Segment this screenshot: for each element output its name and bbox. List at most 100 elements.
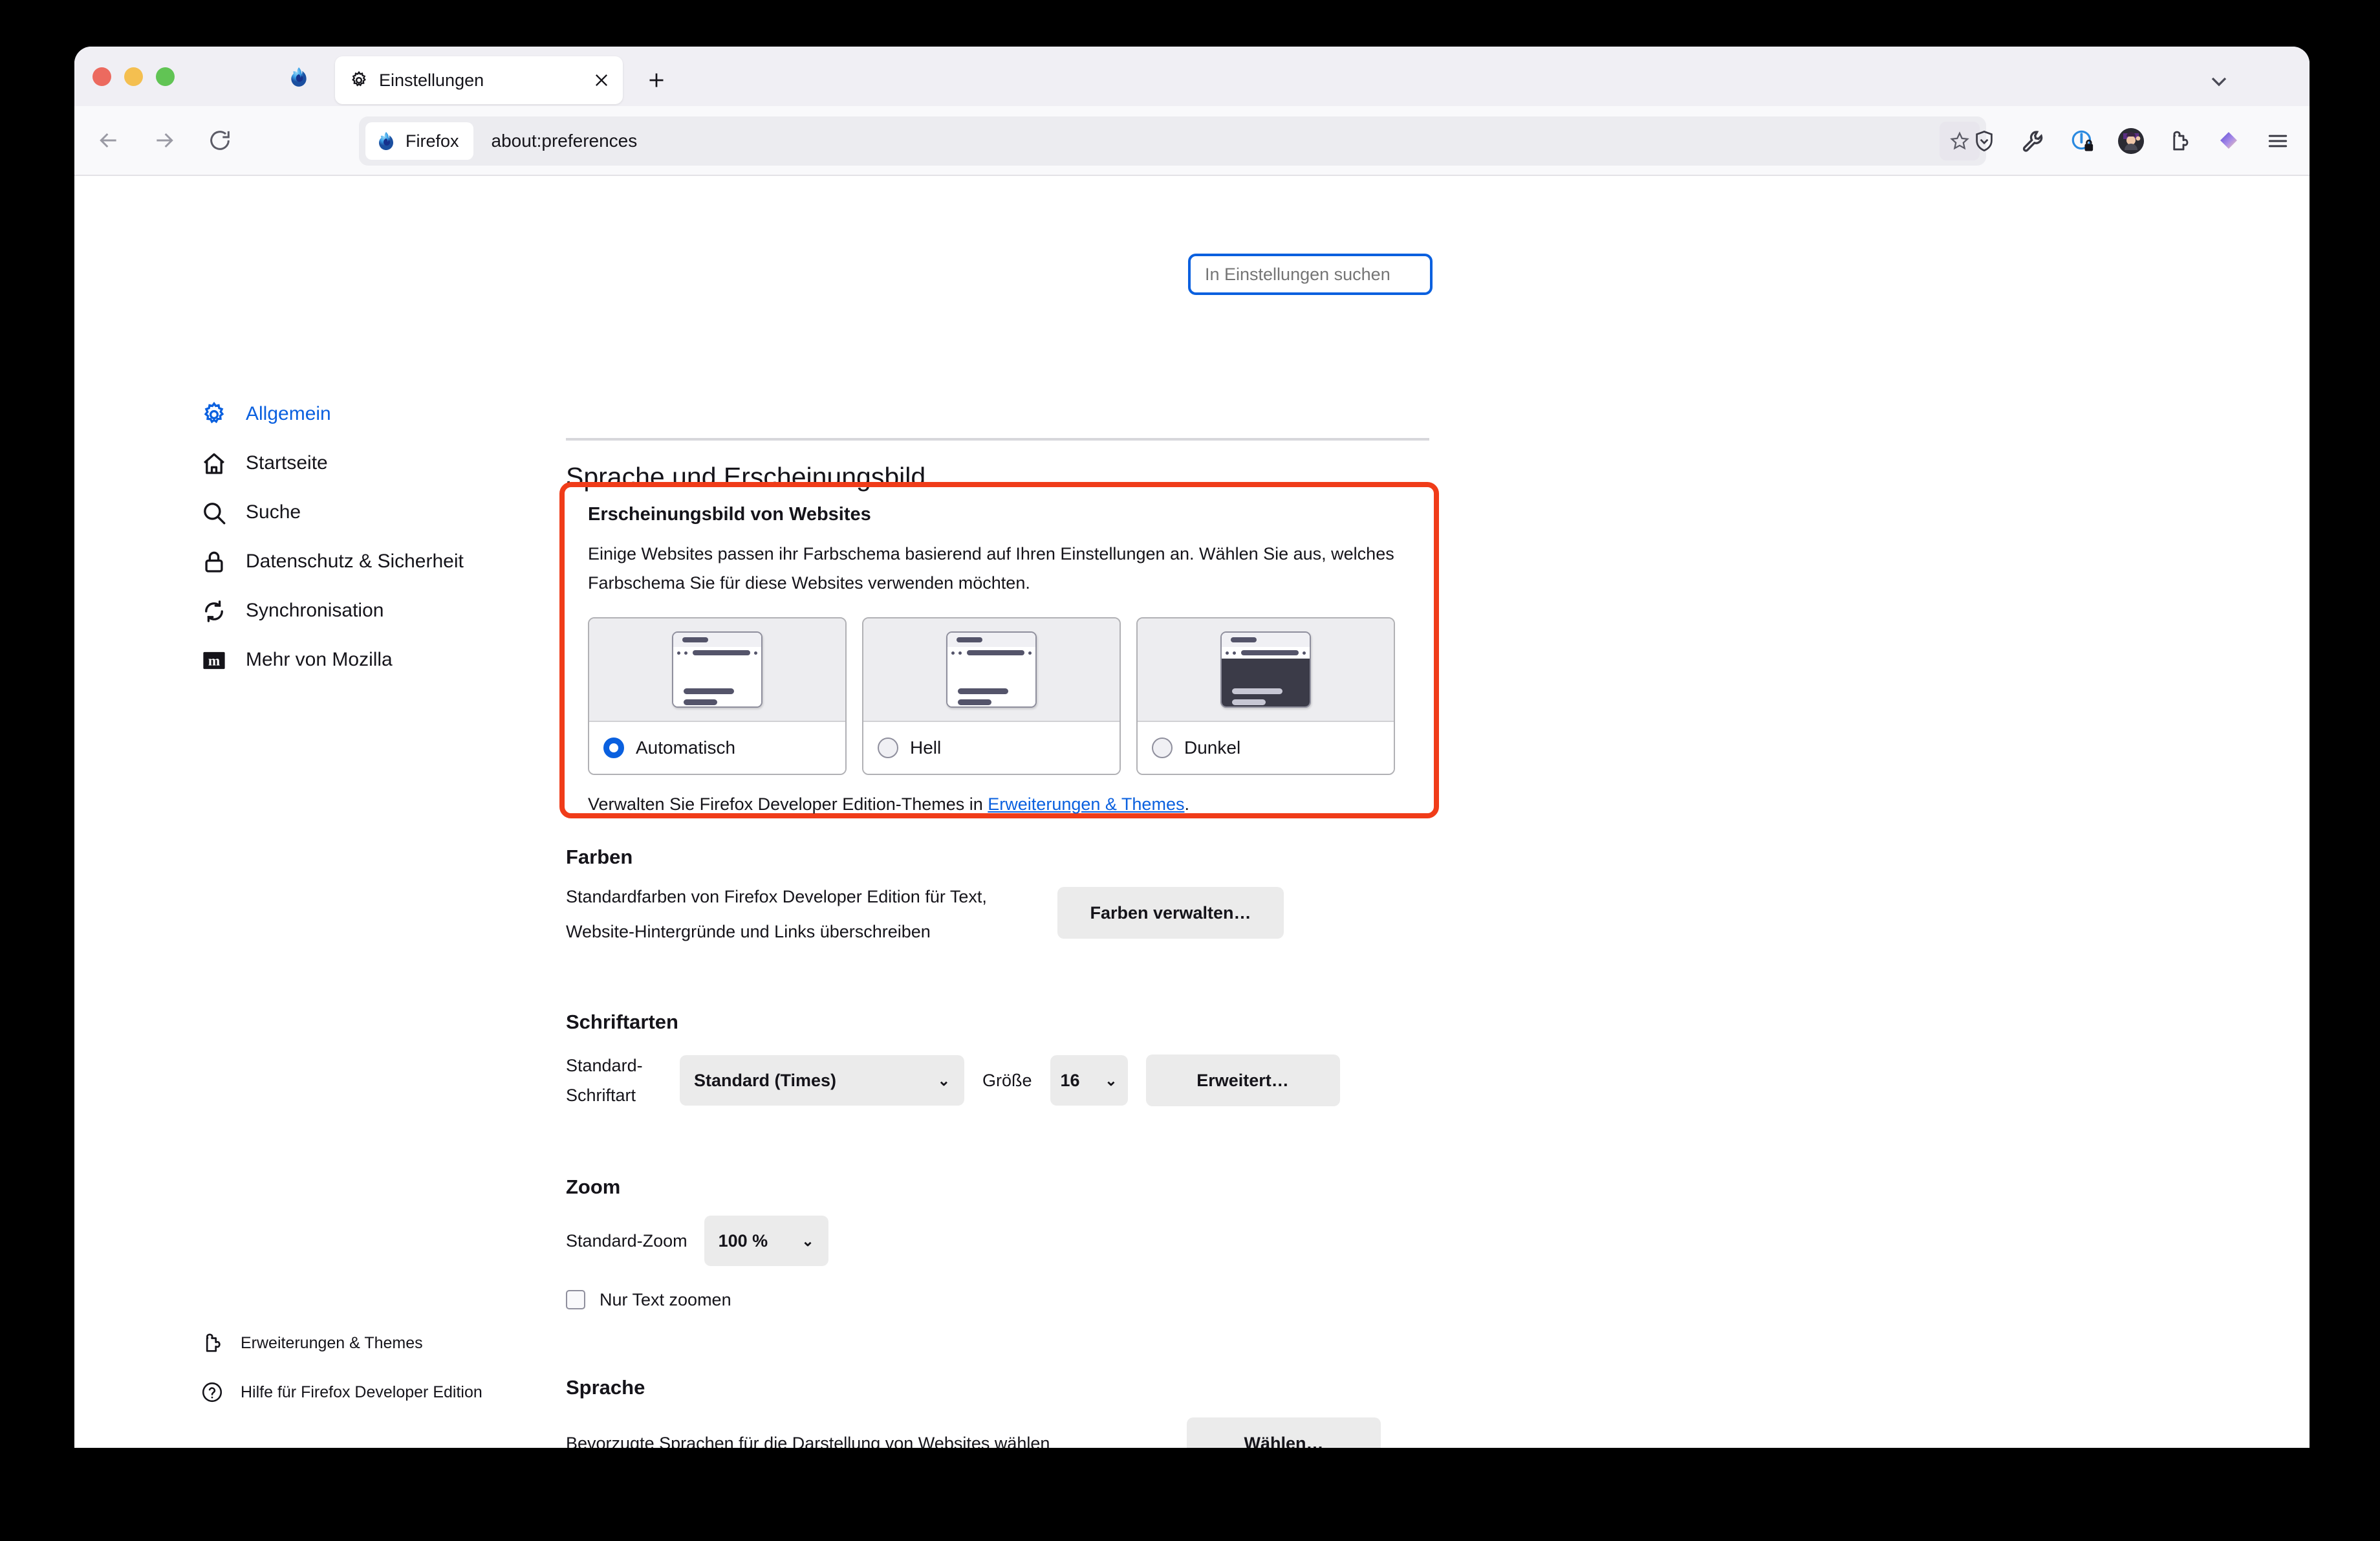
sidebar-footer-help[interactable]: Hilfe für Firefox Developer Edition — [200, 1368, 524, 1417]
toolbar-icon-group — [1971, 106, 2291, 176]
sidebar-footer-label: Erweiterungen & Themes — [241, 1333, 423, 1352]
minimize-window-button[interactable] — [124, 67, 143, 86]
language-heading: Sprache — [566, 1376, 645, 1399]
theme-radio-dunkel[interactable] — [1152, 738, 1173, 758]
theme-label: Automatisch — [636, 738, 736, 758]
preferences-content: Allgemein Startseite Suche Datenschutz &… — [74, 176, 2310, 1448]
mini-browser-preview — [946, 631, 1037, 708]
preferences-main-pane: Sprache und Erscheinungsbild Erscheinung… — [527, 176, 2310, 1448]
sidebar-item-label: Mehr von Mozilla — [246, 649, 393, 670]
sidebar-footer-extensions-themes[interactable]: Erweiterungen & Themes — [200, 1318, 524, 1368]
urlbar-chip-label: Firefox — [406, 131, 459, 151]
sidebar-nav: Allgemein Startseite Suche Datenschutz &… — [200, 389, 504, 684]
close-icon[interactable] — [592, 71, 611, 90]
zoom-text-only-row[interactable]: Nur Text zoomen — [566, 1289, 1433, 1310]
language-section: Sprache Bevorzugte Sprachen für die Dars… — [566, 1376, 1433, 1448]
manage-themes-prefix: Verwalten Sie Firefox Developer Edition-… — [588, 794, 988, 814]
fonts-label: Standard-Schriftart — [566, 1056, 643, 1105]
gear-icon — [352, 71, 366, 87]
zoom-text-only-label: Nur Text zoomen — [600, 1290, 731, 1309]
divider — [566, 438, 1429, 441]
sidebar-item-suche[interactable]: Suche — [200, 488, 504, 537]
forward-arrow-icon[interactable] — [149, 126, 179, 155]
back-arrow-icon[interactable] — [94, 126, 124, 155]
website-appearance-group: Erscheinungsbild von Websites Einige Web… — [559, 482, 1439, 818]
fonts-advanced-button[interactable]: Erweitert… — [1145, 1055, 1340, 1106]
search-icon — [204, 503, 226, 525]
maximize-window-button[interactable] — [156, 67, 175, 86]
sidebar-item-label: Startseite — [246, 452, 328, 474]
default-zoom-label: Standard-Zoom — [566, 1231, 687, 1251]
tab-title: Einstellungen — [379, 70, 484, 90]
extensions-puzzle-icon[interactable] — [2166, 127, 2193, 155]
sidebar-item-datenschutz-sicherheit[interactable]: Datenschutz & Sicherheit — [200, 537, 504, 586]
help-circle-icon — [202, 1382, 222, 1403]
account-avatar-icon[interactable] — [2118, 128, 2144, 154]
theme-label: Dunkel — [1184, 738, 1241, 758]
sidebar-item-synchronisation[interactable]: Synchronisation — [200, 586, 504, 635]
urlbar-identity-chip[interactable]: Firefox — [365, 122, 473, 160]
hamburger-menu-icon[interactable] — [2264, 127, 2291, 155]
choose-language-button[interactable]: Wählen… — [1187, 1417, 1381, 1448]
zoom-text-only-checkbox[interactable] — [566, 1290, 585, 1309]
chevron-down-icon: ⌄ — [1105, 1071, 1118, 1089]
default-zoom-select[interactable]: 100 % ⌄ — [704, 1216, 828, 1266]
zoom-section: Zoom Standard-Zoom 100 % ⌄ Nur Text zoom… — [566, 1175, 1433, 1310]
new-tab-button[interactable] — [644, 67, 669, 93]
theme-card-dunkel[interactable]: Dunkel — [1136, 617, 1395, 775]
manage-themes-link[interactable]: Erweiterungen & Themes — [988, 794, 1184, 814]
sidebar-item-mehr-von-mozilla[interactable]: m Mehr von Mozilla — [200, 635, 504, 684]
close-window-button[interactable] — [92, 67, 111, 86]
browser-tab[interactable]: Einstellungen — [335, 56, 623, 104]
navigation-toolbar: Firefox about:preferences — [74, 106, 2310, 176]
default-font-select[interactable]: Standard (Times) ⌄ — [680, 1055, 964, 1106]
shield-icon[interactable] — [1971, 127, 1998, 155]
ai-sparkle-icon[interactable] — [2215, 127, 2242, 155]
theme-option-cards: Automatisch Hell Dunkel — [588, 617, 1411, 775]
mini-browser-preview — [1220, 631, 1311, 708]
colors-description: Standardfarben von Firefox Developer Edi… — [566, 887, 987, 941]
theme-preview-auto — [589, 618, 845, 722]
firefox-logo-icon — [379, 132, 393, 150]
manage-themes-suffix: . — [1184, 794, 1189, 814]
home-icon — [204, 453, 224, 474]
manage-colors-button[interactable]: Farben verwalten… — [1057, 887, 1284, 939]
colors-section: Farben Standardfarben von Firefox Develo… — [566, 846, 1433, 949]
sidebar-item-label: Allgemein — [246, 403, 331, 424]
sidebar-item-startseite[interactable]: Startseite — [200, 439, 504, 488]
sync-icon — [205, 600, 223, 622]
wrench-icon[interactable] — [2020, 127, 2047, 155]
fonts-heading: Schriftarten — [566, 1011, 678, 1033]
website-appearance-heading: Erscheinungsbild von Websites — [588, 504, 871, 525]
firefox-logo-icon — [291, 67, 307, 87]
sidebar-item-allgemein[interactable]: Allgemein — [200, 389, 504, 439]
search-input[interactable] — [1188, 254, 1433, 295]
urlbar-text: about:preferences — [491, 131, 638, 151]
mini-browser-preview — [672, 631, 763, 708]
zoom-heading: Zoom — [566, 1175, 621, 1198]
mozilla-m-icon: m — [203, 651, 225, 670]
container-lock-icon[interactable] — [2069, 127, 2096, 155]
theme-radio-hell[interactable] — [878, 738, 898, 758]
font-size-label: Größe — [982, 1071, 1032, 1090]
chevron-down-icon[interactable] — [2206, 69, 2232, 94]
url-bar[interactable]: Firefox about:preferences — [359, 116, 1986, 166]
font-size-select[interactable]: 16 ⌄ — [1050, 1055, 1128, 1106]
sidebar-footer: Erweiterungen & Themes Hilfe für Firefox… — [200, 1318, 524, 1417]
website-appearance-description: Einige Websites passen ihr Farbschema ba… — [588, 544, 1394, 593]
sidebar-item-label: Datenschutz & Sicherheit — [246, 551, 464, 572]
extensions-puzzle-icon — [206, 1333, 221, 1352]
sidebar-footer-label: Hilfe für Firefox Developer Edition — [241, 1383, 482, 1401]
preferences-sidebar: Allgemein Startseite Suche Datenschutz &… — [74, 176, 527, 1448]
traffic-lights — [92, 67, 175, 86]
theme-card-hell[interactable]: Hell — [862, 617, 1121, 775]
chevron-down-icon: ⌄ — [801, 1232, 814, 1249]
tab-strip: Einstellungen — [74, 47, 2310, 106]
gear-icon — [204, 401, 224, 424]
theme-radio-automatisch[interactable] — [603, 738, 624, 758]
font-size-value: 16 — [1060, 1070, 1080, 1090]
default-zoom-value: 100 % — [718, 1230, 768, 1251]
reload-icon[interactable] — [205, 126, 235, 155]
theme-card-automatisch[interactable]: Automatisch — [588, 617, 847, 775]
theme-preview-light — [863, 618, 1120, 722]
